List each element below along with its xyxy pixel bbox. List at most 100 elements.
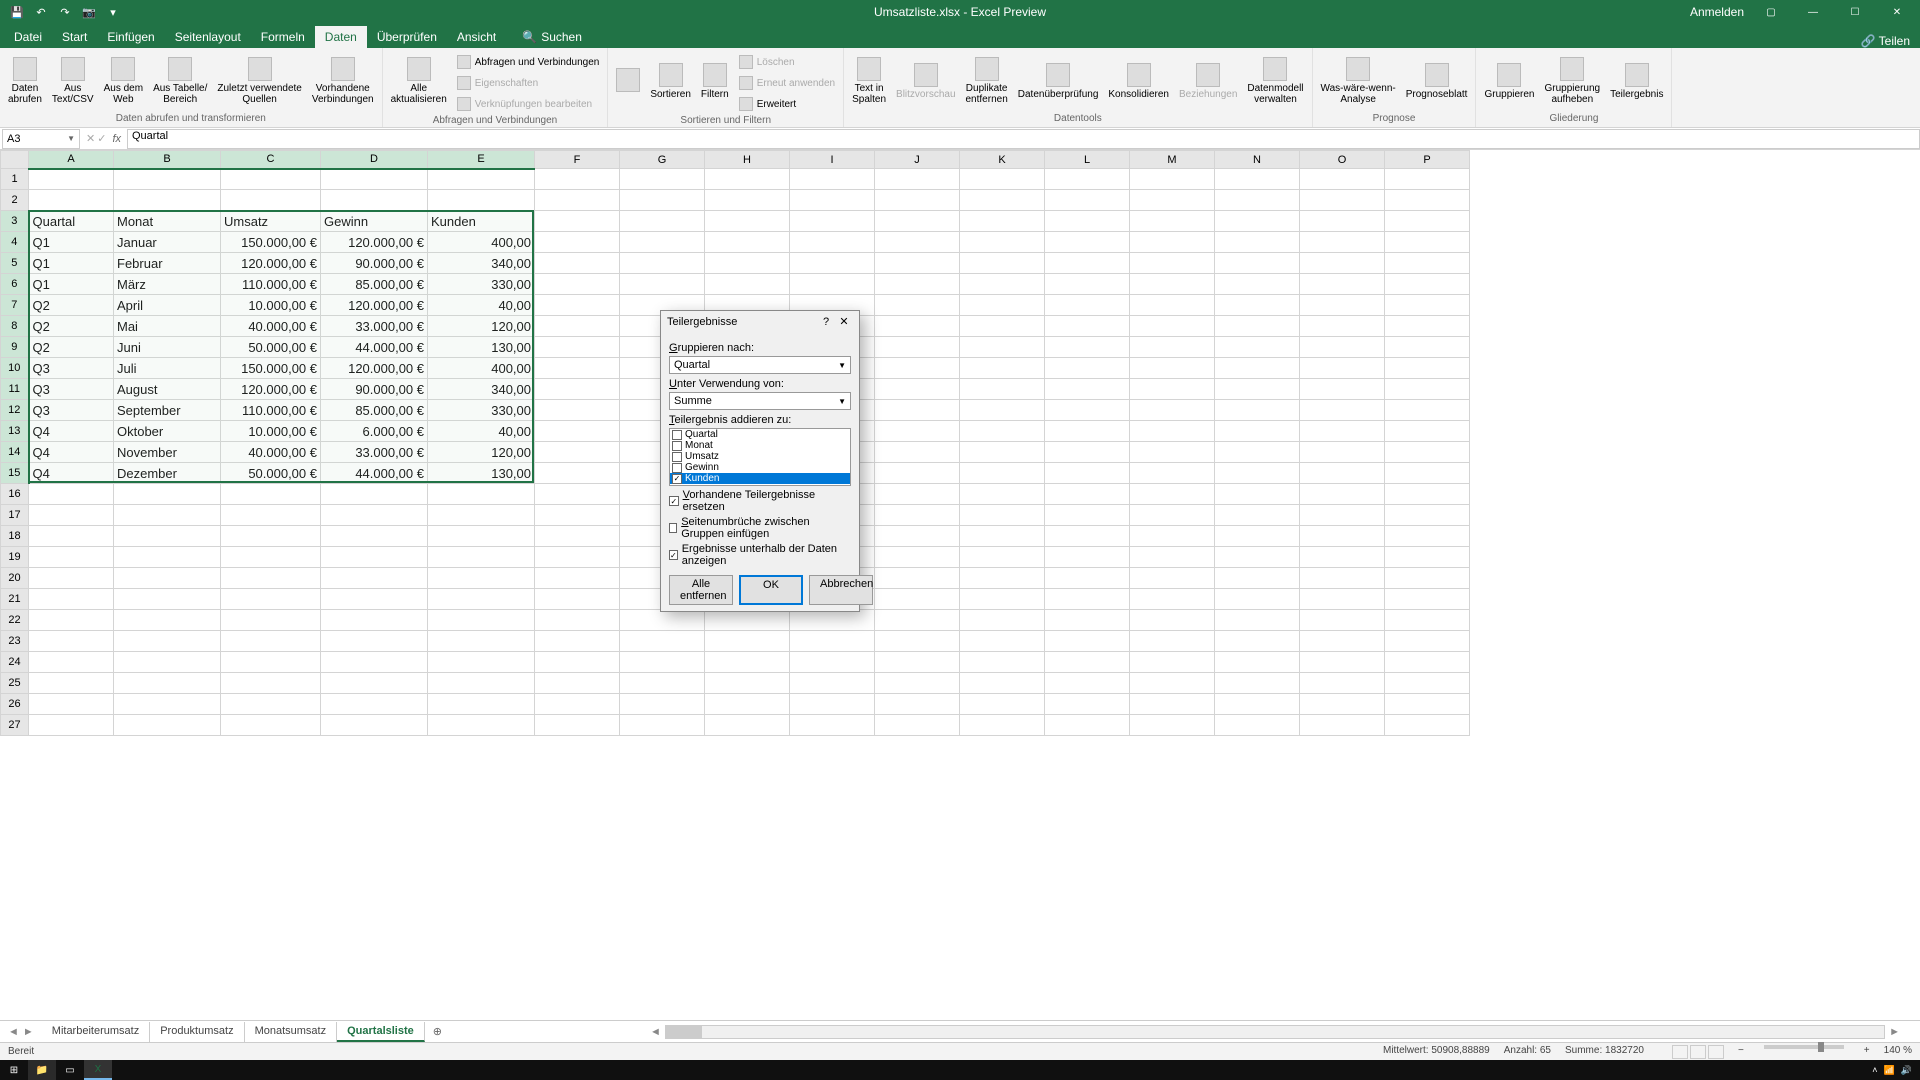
cell-A1[interactable] [29,169,114,190]
cell-J26[interactable] [875,694,960,715]
row-header-7[interactable]: 7 [1,295,29,316]
cell-F24[interactable] [535,652,620,673]
col-header-I[interactable]: I [790,151,875,169]
cell-K17[interactable] [960,505,1045,526]
row-header-1[interactable]: 1 [1,169,29,190]
cell-P20[interactable] [1385,568,1470,589]
cell-A24[interactable] [29,652,114,673]
cell-B20[interactable] [114,568,221,589]
cell-C10[interactable]: 150.000,00 € [221,358,321,379]
checklist-item-monat[interactable]: Monat [670,440,850,451]
cell-J23[interactable] [875,631,960,652]
cell-N9[interactable] [1215,337,1300,358]
cell-B7[interactable]: April [114,295,221,316]
cell-B10[interactable]: Juli [114,358,221,379]
cell-P18[interactable] [1385,526,1470,547]
cell-E3[interactable]: Kunden [428,211,535,232]
col-header-B[interactable]: B [114,151,221,169]
cell-B15[interactable]: Dezember [114,463,221,484]
cell-K19[interactable] [960,547,1045,568]
camera-icon[interactable]: 📷 [80,3,98,21]
cell-E22[interactable] [428,610,535,631]
cell-F5[interactable] [535,253,620,274]
cell-P3[interactable] [1385,211,1470,232]
cell-C22[interactable] [221,610,321,631]
cell-K22[interactable] [960,610,1045,631]
cell-D19[interactable] [321,547,428,568]
row-header-14[interactable]: 14 [1,442,29,463]
cell-N2[interactable] [1215,190,1300,211]
cell-F10[interactable] [535,358,620,379]
row-header-26[interactable]: 26 [1,694,29,715]
cell-P2[interactable] [1385,190,1470,211]
cell-N26[interactable] [1215,694,1300,715]
cell-J5[interactable] [875,253,960,274]
row-header-15[interactable]: 15 [1,463,29,484]
cell-C14[interactable]: 40.000,00 € [221,442,321,463]
cell-M21[interactable] [1130,589,1215,610]
cell-J14[interactable] [875,442,960,463]
cell-L27[interactable] [1045,715,1130,736]
cell-D14[interactable]: 33.000,00 € [321,442,428,463]
view-normal-icon[interactable] [1672,1045,1688,1059]
cell-F23[interactable] [535,631,620,652]
cell-D8[interactable]: 33.000,00 € [321,316,428,337]
cell-D18[interactable] [321,526,428,547]
cell-L17[interactable] [1045,505,1130,526]
cell-J25[interactable] [875,673,960,694]
cell-B8[interactable]: Mai [114,316,221,337]
row-header-16[interactable]: 16 [1,484,29,505]
cell-E24[interactable] [428,652,535,673]
taskbar-app-icon[interactable]: ▭ [56,1060,84,1080]
filter-button[interactable]: Filtern [697,50,733,112]
col-header-J[interactable]: J [875,151,960,169]
hscroll-left-icon[interactable]: ◄ [650,1026,661,1038]
select-all-cell[interactable] [1,151,29,169]
cell-B5[interactable]: Februar [114,253,221,274]
cell-F3[interactable] [535,211,620,232]
cell-A6[interactable]: Q1 [29,274,114,295]
col-header-N[interactable]: N [1215,151,1300,169]
cell-L21[interactable] [1045,589,1130,610]
cell-N7[interactable] [1215,295,1300,316]
cell-J13[interactable] [875,421,960,442]
cell-D3[interactable]: Gewinn [321,211,428,232]
cell-N25[interactable] [1215,673,1300,694]
cell-O5[interactable] [1300,253,1385,274]
cell-N23[interactable] [1215,631,1300,652]
cell-A11[interactable]: Q3 [29,379,114,400]
row-header-18[interactable]: 18 [1,526,29,547]
cell-A8[interactable]: Q2 [29,316,114,337]
row-header-27[interactable]: 27 [1,715,29,736]
subtotal-button[interactable]: Teilergebnis [1606,50,1667,112]
sheet-nav-next-icon[interactable]: ► [23,1026,34,1038]
sheet-tab-mitarbeiterumsatz[interactable]: Mitarbeiterumsatz [42,1022,150,1042]
cell-K11[interactable] [960,379,1045,400]
cell-A10[interactable]: Q3 [29,358,114,379]
row-header-2[interactable]: 2 [1,190,29,211]
tab-start[interactable]: Start [52,26,97,48]
row-header-10[interactable]: 10 [1,358,29,379]
cell-A22[interactable] [29,610,114,631]
row-header-9[interactable]: 9 [1,337,29,358]
col-header-M[interactable]: M [1130,151,1215,169]
cell-D27[interactable] [321,715,428,736]
cell-H1[interactable] [705,169,790,190]
flash-fill-button[interactable]: Blitzvorschau [892,50,959,112]
cell-B4[interactable]: Januar [114,232,221,253]
cell-C6[interactable]: 110.000,00 € [221,274,321,295]
cell-O11[interactable] [1300,379,1385,400]
cell-I26[interactable] [790,694,875,715]
dialog-help-icon[interactable]: ? [817,316,835,328]
cell-K4[interactable] [960,232,1045,253]
cell-N10[interactable] [1215,358,1300,379]
cell-E9[interactable]: 130,00 [428,337,535,358]
cell-N5[interactable] [1215,253,1300,274]
cell-P9[interactable] [1385,337,1470,358]
cell-K12[interactable] [960,400,1045,421]
cell-C23[interactable] [221,631,321,652]
cell-M16[interactable] [1130,484,1215,505]
cell-C20[interactable] [221,568,321,589]
cell-L6[interactable] [1045,274,1130,295]
col-header-E[interactable]: E [428,151,535,169]
